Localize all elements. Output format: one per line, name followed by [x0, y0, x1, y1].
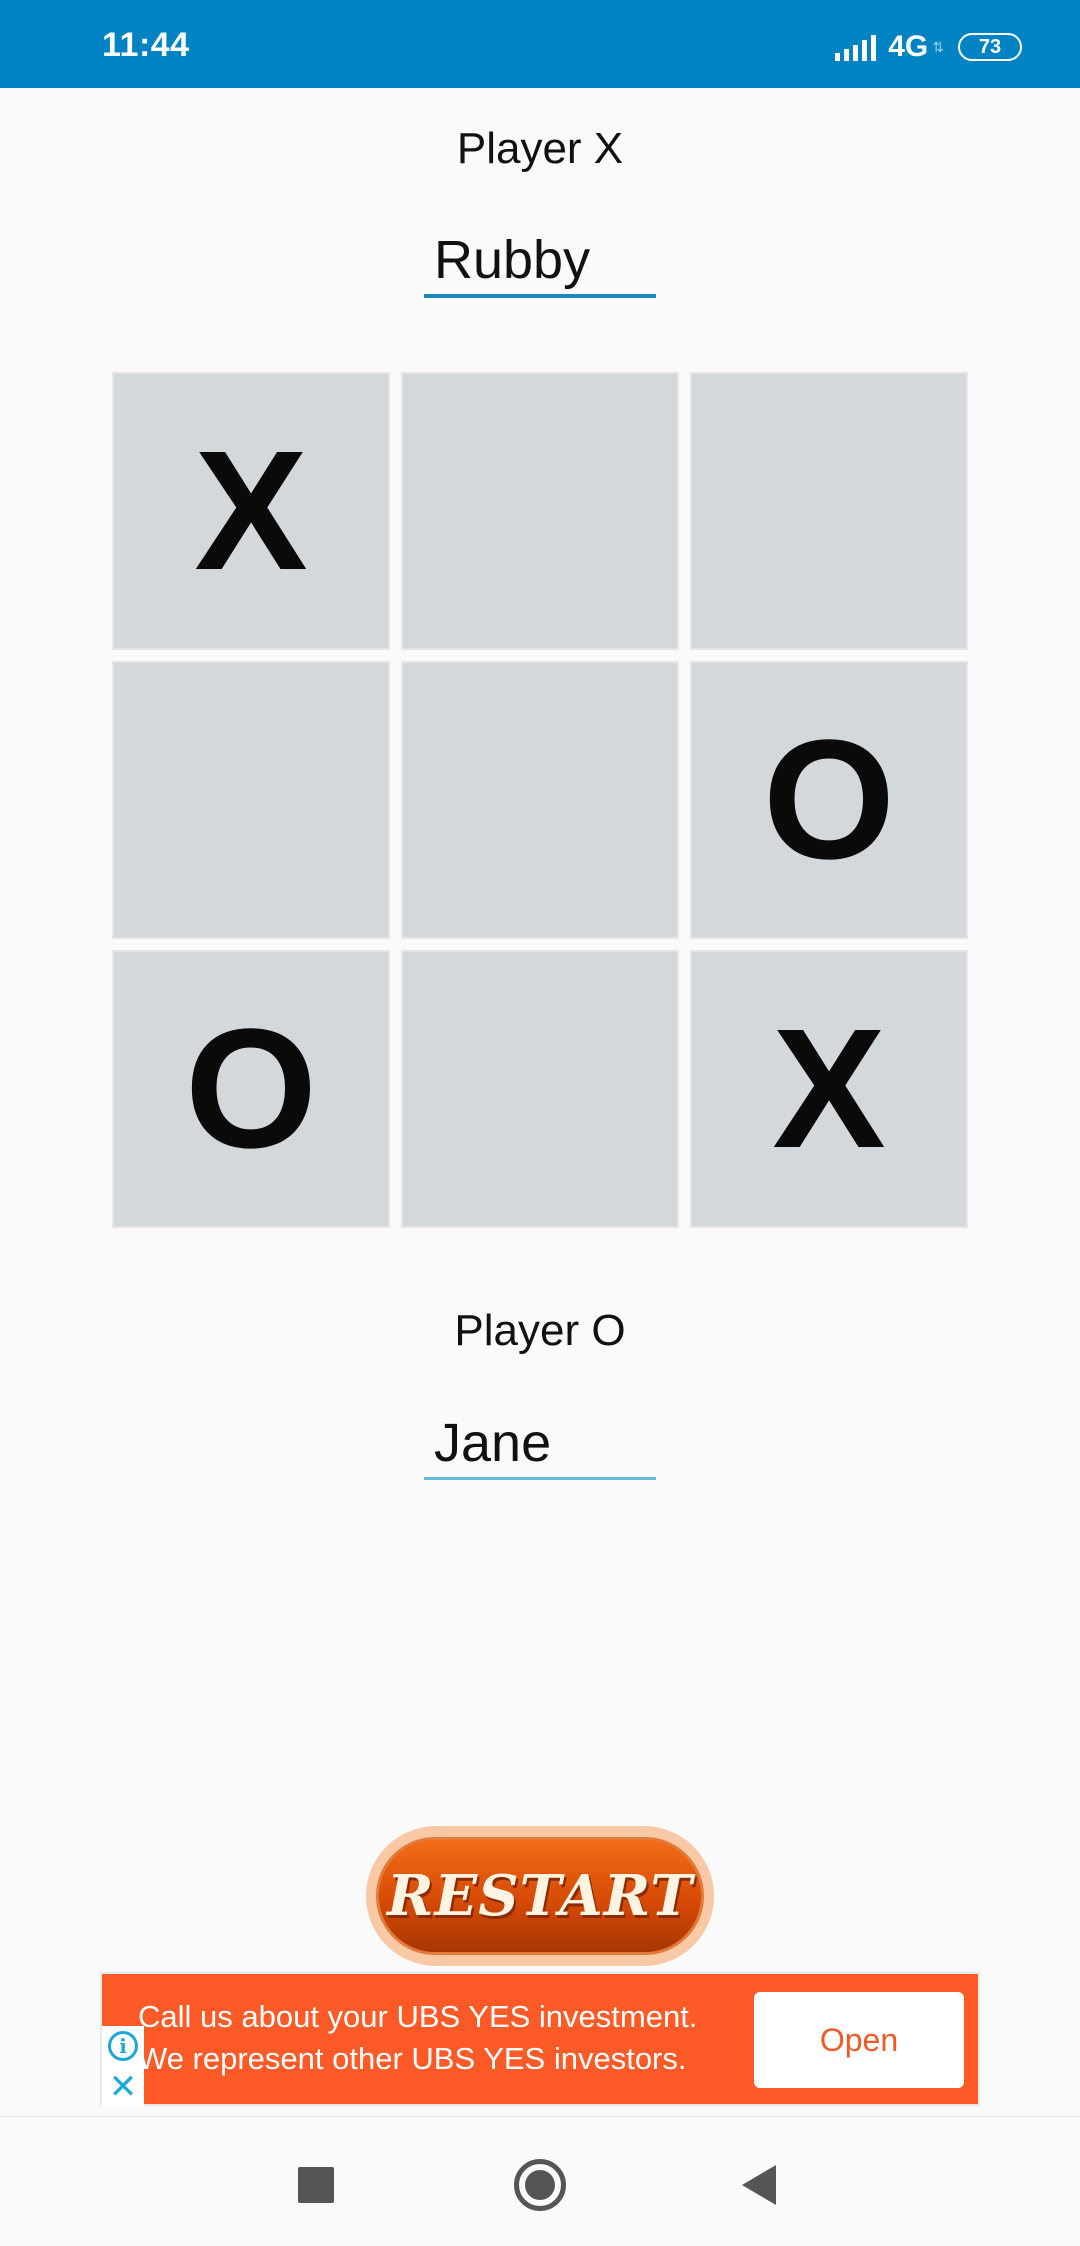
- ad-banner[interactable]: Call us about your UBS YES investment. W…: [100, 1972, 980, 2108]
- ad-close-icon[interactable]: ✕: [109, 2070, 138, 2104]
- board-cell-9[interactable]: X: [690, 950, 968, 1228]
- board-cell-2[interactable]: [401, 372, 679, 650]
- ad-text: Call us about your UBS YES investment. W…: [138, 1996, 697, 2080]
- restart-button-label: RESTART: [387, 1863, 693, 1929]
- board-cell-3[interactable]: [690, 372, 968, 650]
- network-type: 4G: [888, 30, 929, 63]
- signal-icon: [835, 33, 877, 61]
- board-cell-8[interactable]: [401, 950, 679, 1228]
- restart-button[interactable]: RESTART: [366, 1826, 714, 1966]
- status-icons: 4G ⇅ 73: [835, 27, 1022, 67]
- player-o-name-input[interactable]: [424, 1408, 656, 1480]
- ad-info-icon[interactable]: i: [108, 2030, 138, 2061]
- recent-apps-icon[interactable]: [298, 2167, 334, 2203]
- navigation-bar: [0, 2116, 1080, 2246]
- battery-icon: 73: [958, 33, 1022, 61]
- status-time: 11:44: [102, 26, 190, 64]
- board-cell-6[interactable]: O: [690, 661, 968, 939]
- player-x-name-input[interactable]: [424, 226, 656, 298]
- board-cell-5[interactable]: [401, 661, 679, 939]
- restart-button-face: RESTART: [376, 1837, 704, 1955]
- home-icon[interactable]: [514, 2159, 566, 2211]
- ad-open-button[interactable]: Open: [754, 1992, 964, 2088]
- back-icon[interactable]: [742, 2165, 776, 2205]
- status-bar: 11:44 4G ⇅ 73: [0, 0, 1080, 88]
- game-board: X O O X: [112, 372, 968, 1228]
- board-cell-4[interactable]: [112, 661, 390, 939]
- ad-text-line-1: Call us about your UBS YES investment.: [138, 1999, 698, 2034]
- player-o-label: Player O: [454, 1306, 626, 1355]
- battery-level: 73: [978, 35, 1002, 58]
- board-cell-7[interactable]: O: [112, 950, 390, 1228]
- player-x-label: Player X: [456, 124, 624, 173]
- board-cell-1[interactable]: X: [112, 372, 390, 650]
- ad-choices: i ✕: [102, 2026, 144, 2108]
- ad-text-line-2: We represent other UBS YES investors.: [138, 2041, 687, 2076]
- data-activity-icon: ⇅: [932, 38, 944, 55]
